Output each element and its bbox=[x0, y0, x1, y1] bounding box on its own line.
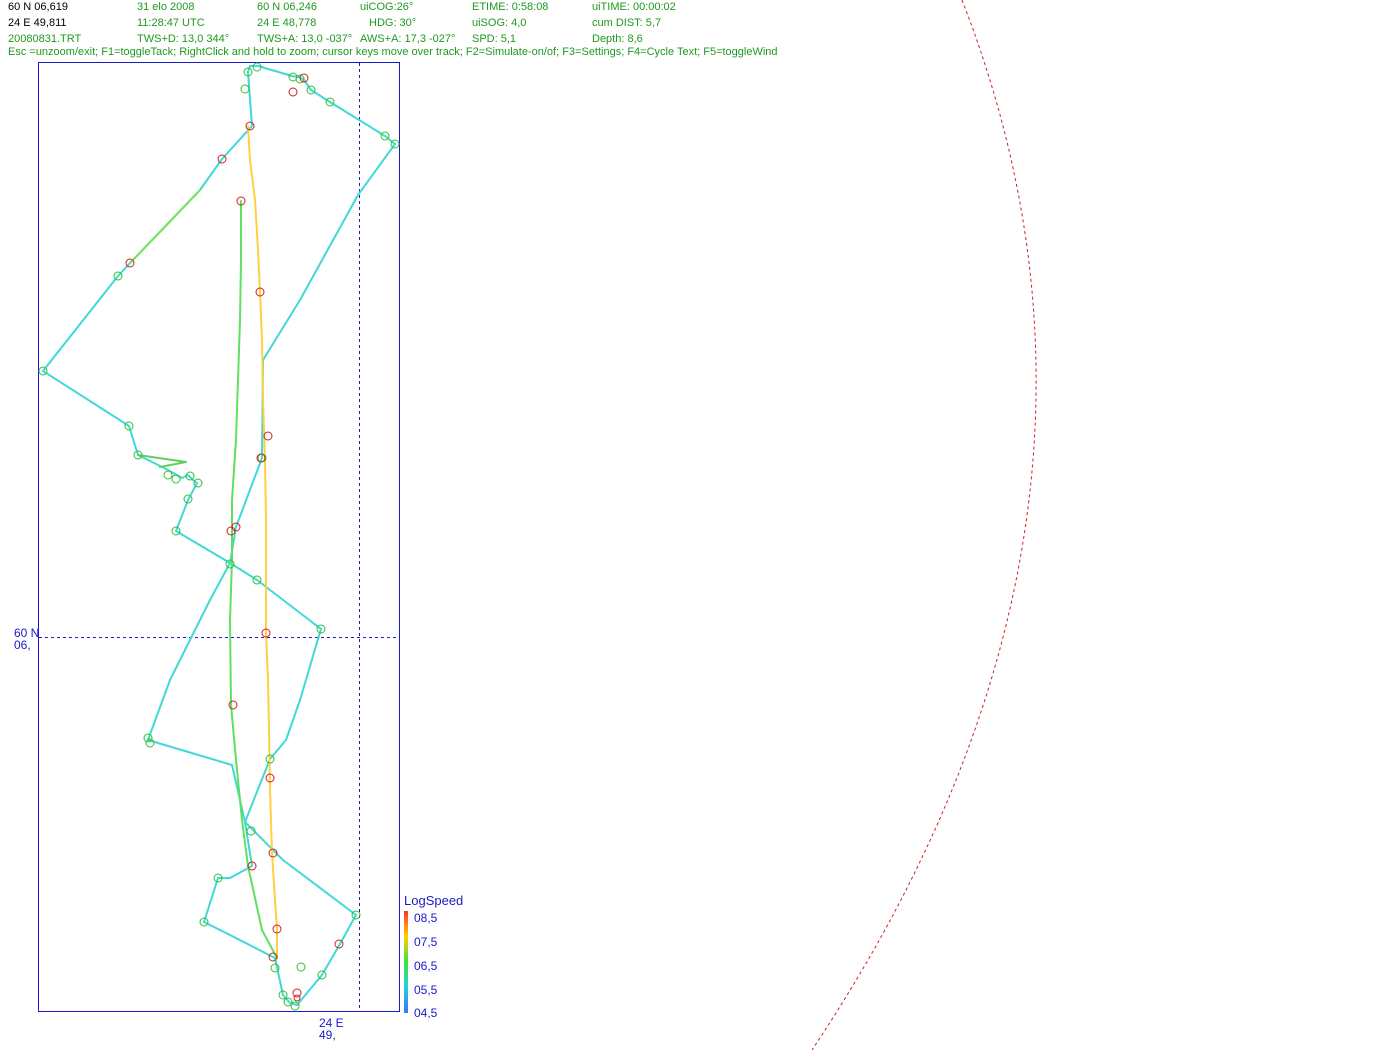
lon-label-minutes: 49, bbox=[319, 1028, 336, 1042]
range-circle bbox=[811, 0, 1037, 1050]
track-leg-west-green bbox=[129, 189, 201, 264]
markers bbox=[38, 62, 400, 1011]
lat-label-minutes: 06, bbox=[14, 638, 31, 652]
legend-label-2: 07,5 bbox=[414, 935, 438, 949]
track-map[interactable] bbox=[0, 0, 1400, 1050]
legend-label-min: 04,5 bbox=[414, 1006, 438, 1020]
green-markers bbox=[38, 62, 400, 1011]
legend-title: LogSpeed bbox=[404, 893, 464, 908]
legend-label-4: 05,5 bbox=[414, 983, 438, 997]
track-leg-south bbox=[203, 628, 322, 1006]
legend-label-max: 08,5 bbox=[414, 911, 438, 925]
legend-color-scale bbox=[404, 911, 408, 1013]
map-frame bbox=[38, 62, 400, 1012]
lat-axis-label: 60 N 06, bbox=[14, 627, 39, 651]
legend-label-3: 06,5 bbox=[414, 959, 438, 973]
track-spur bbox=[137, 454, 187, 468]
track-leg-west bbox=[42, 71, 322, 630]
track bbox=[42, 65, 396, 1006]
track-leg-center-north bbox=[247, 125, 278, 959]
lon-axis-label: 24 E 49, bbox=[319, 1017, 344, 1041]
